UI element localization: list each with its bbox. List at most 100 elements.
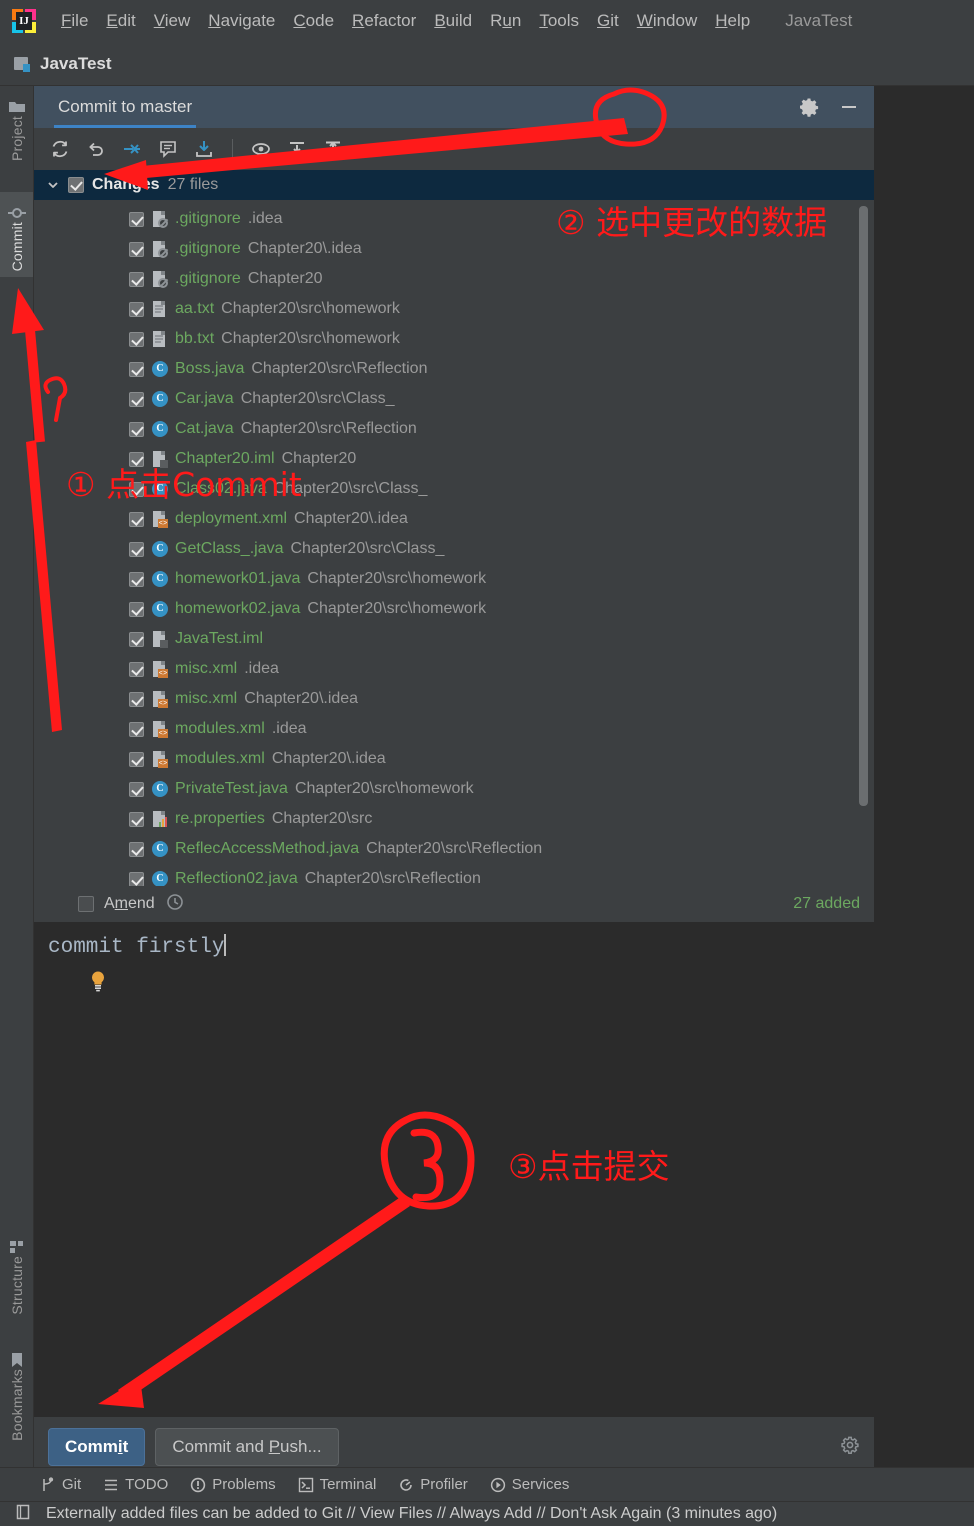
rollback-icon[interactable] bbox=[80, 134, 112, 164]
file-checkbox[interactable] bbox=[129, 391, 144, 407]
notification-icon[interactable] bbox=[14, 1503, 32, 1526]
menu-item-tools[interactable]: Tools bbox=[530, 8, 588, 34]
preview-diff-icon[interactable] bbox=[245, 134, 277, 164]
menu-item-help[interactable]: Help bbox=[706, 8, 759, 34]
menu-item-navigate[interactable]: Navigate bbox=[199, 8, 284, 34]
file-path: Chapter20\src\homework bbox=[307, 600, 487, 617]
changed-files-list[interactable]: .gitignore .idea .gitignore Chapter20\.idea… bbox=[34, 200, 874, 886]
commit-message-icon[interactable] bbox=[152, 134, 184, 164]
java-class-icon: C bbox=[151, 360, 168, 378]
file-checkbox[interactable] bbox=[129, 541, 144, 557]
chevron-down-icon[interactable] bbox=[46, 178, 60, 192]
commit-button[interactable]: Commit bbox=[48, 1428, 146, 1466]
file-checkbox[interactable] bbox=[129, 271, 144, 287]
expand-all-icon[interactable] bbox=[281, 134, 313, 164]
file-checkbox[interactable] bbox=[129, 241, 144, 257]
file-list-scrollbar[interactable] bbox=[859, 206, 868, 806]
file-list-item[interactable]: <> misc.xml .idea bbox=[34, 654, 874, 684]
file-path: Chapter20\.idea bbox=[247, 240, 362, 257]
file-list-item[interactable]: C ReflecAccessMethod.java Chapter20\src\Re… bbox=[34, 834, 874, 864]
bottom-item-profiler[interactable]: Profiler bbox=[398, 1476, 468, 1493]
update-project-icon[interactable] bbox=[188, 134, 220, 164]
java-class-icon: C bbox=[151, 390, 168, 408]
bottom-item-problems[interactable]: Problems bbox=[190, 1476, 276, 1493]
collapse-all-icon[interactable] bbox=[317, 134, 349, 164]
menu-item-window[interactable]: Window bbox=[628, 8, 706, 34]
file-checkbox[interactable] bbox=[129, 691, 144, 707]
gear-icon[interactable] bbox=[798, 96, 820, 118]
file-list-item[interactable]: bb.txt Chapter20\src\homework bbox=[34, 324, 874, 354]
refresh-icon[interactable] bbox=[44, 134, 76, 164]
commit-message-text[interactable]: commit firstly bbox=[34, 934, 227, 959]
menu-item-refactor[interactable]: Refactor bbox=[343, 8, 425, 34]
file-list-item[interactable]: C Cat.java Chapter20\src\Reflection bbox=[34, 414, 874, 444]
amend-checkbox[interactable] bbox=[78, 896, 94, 912]
file-checkbox[interactable] bbox=[129, 451, 144, 467]
file-list-item[interactable]: aa.txt Chapter20\src\homework bbox=[34, 294, 874, 324]
tab-commit-to-master[interactable]: Commit to master bbox=[54, 86, 197, 128]
sidebar-item-project[interactable]: Project bbox=[0, 86, 33, 167]
file-checkbox[interactable] bbox=[129, 751, 144, 767]
file-list-item[interactable]: .gitignore .idea bbox=[34, 204, 874, 234]
sidebar-item-bookmarks[interactable]: Bookmarks bbox=[0, 1339, 33, 1447]
show-diff-icon[interactable] bbox=[116, 134, 148, 164]
file-list-item[interactable]: C GetClass_.java Chapter20\src\Class_ bbox=[34, 534, 874, 564]
file-checkbox[interactable] bbox=[129, 781, 144, 797]
commit-and-push-button[interactable]: Commit and Push... bbox=[155, 1428, 339, 1466]
bottom-item-todo[interactable]: TODO bbox=[103, 1476, 168, 1493]
file-list-item[interactable]: Chapter20.iml Chapter20 bbox=[34, 444, 874, 474]
menu-item-git[interactable]: Git bbox=[588, 8, 628, 34]
commit-settings-gear-icon[interactable] bbox=[840, 1435, 860, 1460]
file-checkbox[interactable] bbox=[129, 811, 144, 827]
sidebar-item-commit[interactable]: Commit bbox=[0, 192, 33, 278]
file-checkbox[interactable] bbox=[129, 601, 144, 617]
file-list-item[interactable]: .gitignore Chapter20 bbox=[34, 264, 874, 294]
menu-item-file[interactable]: File bbox=[52, 8, 97, 34]
file-list-item[interactable]: <> modules.xml Chapter20\.idea bbox=[34, 744, 874, 774]
file-checkbox[interactable] bbox=[129, 211, 144, 227]
menu-item-build[interactable]: Build bbox=[425, 8, 481, 34]
file-checkbox[interactable] bbox=[129, 481, 144, 497]
file-list-item[interactable]: .gitignore Chapter20\.idea bbox=[34, 234, 874, 264]
file-name: Reflection02.java bbox=[175, 870, 298, 886]
menu-item-view[interactable]: View bbox=[145, 8, 200, 34]
minimize-icon[interactable] bbox=[838, 96, 860, 118]
lightbulb-icon[interactable] bbox=[88, 970, 108, 992]
file-checkbox[interactable] bbox=[129, 661, 144, 677]
file-list-item[interactable]: Chomework01.java Chapter20\src\homework bbox=[34, 564, 874, 594]
file-checkbox[interactable] bbox=[129, 571, 144, 587]
file-list-item[interactable]: C Car.java Chapter20\src\Class_ bbox=[34, 384, 874, 414]
file-checkbox[interactable] bbox=[129, 871, 144, 886]
file-checkbox[interactable] bbox=[129, 301, 144, 317]
file-list-item[interactable]: C PrivateTest.java Chapter20\src\homework bbox=[34, 774, 874, 804]
file-checkbox[interactable] bbox=[129, 841, 144, 857]
file-list-item[interactable]: JavaTest.iml bbox=[34, 624, 874, 654]
bottom-item-services[interactable]: Services bbox=[490, 1476, 569, 1493]
file-list-item[interactable]: <> misc.xml Chapter20\.idea bbox=[34, 684, 874, 714]
left-tool-stripe: Project Commit Structure Bookmarks bbox=[0, 86, 34, 1467]
file-checkbox[interactable] bbox=[129, 331, 144, 347]
file-checkbox[interactable] bbox=[129, 721, 144, 737]
sidebar-item-structure[interactable]: Structure bbox=[0, 1226, 33, 1321]
commit-message-editor[interactable]: commit firstly bbox=[34, 922, 874, 1417]
menu-item-edit[interactable]: Edit bbox=[97, 8, 144, 34]
file-list-item[interactable]: C Reflection02.java Chapter20\src\Reflecti… bbox=[34, 864, 874, 886]
bottom-item-terminal[interactable]: Terminal bbox=[298, 1476, 376, 1493]
file-checkbox[interactable] bbox=[129, 421, 144, 437]
file-list-item[interactable]: C Boss.java Chapter20\src\Reflection bbox=[34, 354, 874, 384]
menu-item-code[interactable]: Code bbox=[284, 8, 343, 34]
file-list-item[interactable]: <> modules.xml .idea bbox=[34, 714, 874, 744]
file-checkbox[interactable] bbox=[129, 631, 144, 647]
bottom-item-git[interactable]: Git bbox=[40, 1476, 81, 1493]
file-list-item[interactable]: re.properties Chapter20\src bbox=[34, 804, 874, 834]
file-list-item[interactable]: Chomework02.java Chapter20\src\homework bbox=[34, 594, 874, 624]
history-clock-icon[interactable] bbox=[165, 892, 185, 917]
changes-group-header[interactable]: Changes 27 files bbox=[34, 170, 874, 200]
file-checkbox[interactable] bbox=[129, 511, 144, 527]
file-list-item[interactable]: C Class02.java Chapter20\src\Class_ bbox=[34, 474, 874, 504]
ignored-file-icon bbox=[151, 270, 168, 288]
file-checkbox[interactable] bbox=[129, 361, 144, 377]
file-list-item[interactable]: <> deployment.xml Chapter20\.idea bbox=[34, 504, 874, 534]
menu-item-run[interactable]: Run bbox=[481, 8, 530, 34]
changes-group-checkbox[interactable] bbox=[68, 177, 84, 193]
